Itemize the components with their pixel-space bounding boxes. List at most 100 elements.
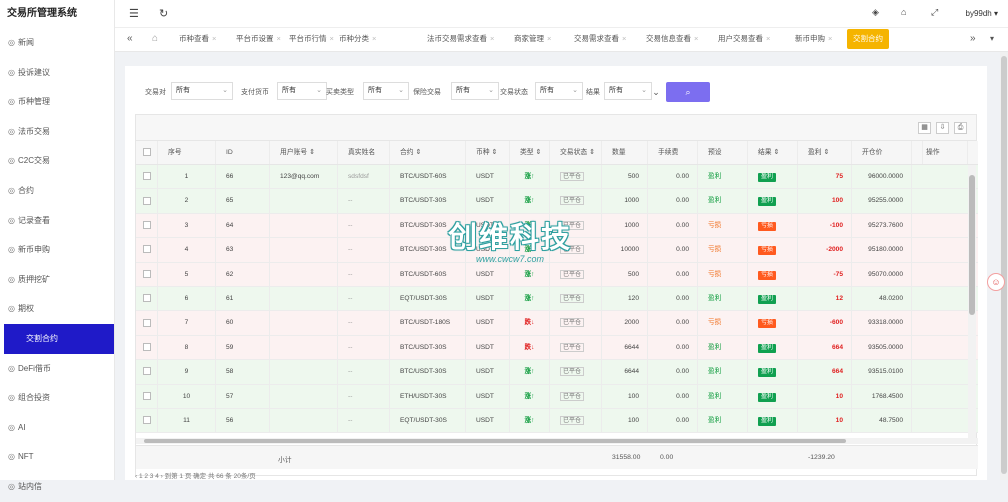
table-row[interactable]: 9 58 -- BTC/USDT-30S USDT 涨↑ 已平仓 6644 0.00 盈利 盈利 66… (136, 360, 978, 385)
tabs-dropdown-icon[interactable]: ▾ (990, 29, 994, 49)
column-header[interactable]: 操作 (916, 141, 968, 164)
row-checkbox[interactable] (136, 287, 158, 311)
tab-item[interactable]: 平台币行情 × (283, 29, 340, 49)
table-row[interactable]: 4 63 -- BTC/USDT-30S USDT 涨↑ 已平仓 10000 0.00 亏损 亏损 -… (136, 238, 978, 263)
row-checkbox[interactable] (136, 262, 158, 286)
table-row[interactable]: 3 64 -- BTC/USDT-30S USDT 涨↑ 已平仓 1000 0.00 亏损 亏损 -1… (136, 213, 978, 239)
row-checkbox[interactable] (136, 165, 158, 189)
refresh-icon[interactable]: ↻ (159, 7, 168, 20)
tab-close-icon[interactable]: × (212, 34, 216, 43)
tab-close-icon[interactable]: × (828, 34, 832, 43)
tab-close-icon[interactable]: × (622, 34, 626, 43)
sidebar-item[interactable]: ◎ 期权 (0, 294, 114, 324)
sidebar-item[interactable]: ◎ 质押挖矿 (0, 265, 114, 295)
table-row[interactable]: 6 61 -- EQT/USDT-30S USDT 涨↑ 已平仓 120 0.00 盈利 盈利 12 4… (136, 287, 978, 312)
search-button[interactable]: ⌕ (666, 82, 710, 102)
tab-close-icon[interactable]: × (372, 34, 376, 43)
sidebar-item[interactable]: ◎ 币种管理 (0, 87, 114, 117)
filter-select[interactable]: 所有 ⌄ (451, 82, 499, 100)
column-header[interactable]: 真实姓名 (338, 141, 390, 164)
tab-item[interactable]: 新币申购 × (789, 29, 838, 49)
tabs-back-icon[interactable]: « (127, 29, 133, 49)
row-checkbox[interactable] (136, 384, 158, 408)
table-horizontal-scrollbar[interactable] (136, 438, 978, 444)
column-header[interactable]: 开仓价 (852, 141, 912, 164)
tab-item[interactable]: 平台币设置 × (230, 29, 287, 49)
tab-close-icon[interactable]: × (277, 34, 281, 43)
tag-icon[interactable]: ⌂ (901, 7, 906, 17)
user-menu[interactable]: by99dh ▾ (966, 9, 999, 18)
column-header[interactable]: ID (216, 141, 270, 164)
tab-close-icon[interactable]: × (694, 34, 698, 43)
sidebar-item[interactable]: ◎ 投诉建议 (0, 58, 114, 88)
table-vertical-scrollbar[interactable] (968, 165, 976, 438)
tab-item[interactable]: 商家管理 × (508, 29, 557, 49)
column-header[interactable]: 用户账号 ⇕ (270, 141, 338, 164)
row-checkbox[interactable] (136, 335, 158, 360)
column-header[interactable]: 结果 ⇕ (748, 141, 798, 164)
fullscreen-icon[interactable]: ⤢ (931, 7, 938, 18)
filter-select[interactable]: 所有 ⌄ (277, 82, 327, 100)
row-checkbox[interactable] (136, 189, 158, 213)
column-header[interactable]: 合约 ⇕ (390, 141, 466, 164)
table-row[interactable]: 7 60 -- BTC/USDT-180S USDT 跌↓ 已平仓 2000 0.00 亏损 亏损 -… (136, 311, 978, 336)
tab-close-icon[interactable]: × (490, 34, 494, 43)
row-checkbox[interactable] (136, 213, 158, 238)
sidebar-item[interactable]: ◎ DeFi借币 (0, 354, 114, 384)
tab-item[interactable]: 币种查看 × (173, 29, 222, 49)
sidebar-item[interactable]: ◎ 记录查看 (0, 206, 114, 236)
row-checkbox[interactable] (136, 238, 158, 262)
tab-item[interactable]: 用户交易查看 × (712, 29, 776, 49)
tab-item[interactable]: 法币交易需求查看 × (421, 29, 500, 49)
tabs-forward-icon[interactable]: » (970, 29, 976, 49)
filter-select[interactable]: 所有 ⌄ (363, 82, 409, 100)
sidebar-item[interactable]: ◎ 法币交易 (0, 117, 114, 147)
column-header[interactable]: 盈利 ⇕ (798, 141, 852, 164)
print-icon[interactable]: ⎙ (954, 122, 967, 134)
sidebar-item[interactable]: ◎ 合约 (0, 176, 114, 206)
row-checkbox[interactable] (136, 311, 158, 335)
export-icon[interactable]: ⇩ (936, 122, 949, 134)
helper-float-icon[interactable]: ☺ (987, 273, 1005, 291)
sidebar-item[interactable]: ◎ 新币申购 (0, 235, 114, 265)
tab-item[interactable]: 交易信息查看 × (640, 29, 704, 49)
tab-item[interactable]: 交易需求查看 × (568, 29, 632, 49)
home-icon[interactable]: ⌂ (152, 29, 158, 49)
columns-icon[interactable]: ▦ (918, 122, 931, 134)
sidebar-item[interactable]: 交割合约 (4, 323, 114, 354)
palette-icon[interactable]: ◈ (872, 7, 879, 18)
tab-close-icon[interactable]: × (766, 34, 770, 43)
filter-select[interactable]: 所有 ⌄ (171, 82, 233, 100)
page-scrollbar[interactable] (1000, 52, 1008, 480)
sidebar-item[interactable]: ◎ 新闻 (0, 28, 114, 58)
table-row[interactable]: 10 57 -- ETH/USDT-30S USDT 涨↑ 已平仓 100 0.00 盈利 盈利 10… (136, 384, 978, 409)
pagination[interactable]: ‹ 1 2 3 4 › 到第 1 页 确定 共 66 条 20条/页 (135, 470, 256, 480)
expand-filter-icon[interactable]: ⌄ (649, 84, 663, 100)
row-checkbox[interactable] (136, 409, 158, 433)
tab-item[interactable]: 币种分类 × (333, 29, 382, 49)
table-row[interactable]: 8 59 -- BTC/USDT-30S USDT 跌↓ 已平仓 6644 0.00 盈利 盈利 66… (136, 335, 978, 361)
menu-toggle-icon[interactable]: ☰ (129, 7, 139, 20)
table-row[interactable]: 11 56 -- EQT/USDT-30S USDT 涨↑ 已平仓 100 0.00 盈利 盈利 10… (136, 409, 978, 434)
table-row[interactable]: 1 66 123@qq.com sdsfdsf BTC/USDT-60S USDT 涨↑ 已平… (136, 165, 978, 190)
sidebar-item[interactable]: ◎ NFT (0, 442, 114, 472)
sidebar-item[interactable]: ◎ AI (0, 413, 114, 443)
column-header[interactable]: 类型 ⇕ (510, 141, 550, 164)
sidebar-item[interactable]: ◎ 站内信 (0, 472, 114, 502)
table-row[interactable]: 5 62 -- BTC/USDT-60S USDT 涨↑ 已平仓 500 0.00 亏损 亏损 -75… (136, 262, 978, 287)
column-header[interactable]: 序号 (158, 141, 216, 164)
table-row[interactable]: 2 65 -- BTC/USDT-30S USDT 涨↑ 已平仓 1000 0.00 盈利 盈利 10… (136, 189, 978, 214)
sidebar-item[interactable]: ◎ 组合投资 (0, 383, 114, 413)
sidebar-item[interactable]: ◎ C2C交易 (0, 146, 114, 176)
tab-item[interactable]: 交割合约 (847, 29, 889, 49)
column-header[interactable]: 手续费 (648, 141, 698, 164)
filter-select[interactable]: 所有 ⌄ (535, 82, 583, 100)
filter-select[interactable]: 所有 ⌄ (604, 82, 652, 100)
column-header[interactable]: 交易状态 ⇕ (550, 141, 602, 164)
column-header[interactable]: 数量 (602, 141, 648, 164)
tab-close-icon[interactable]: × (547, 34, 551, 43)
column-header[interactable]: 预设 (698, 141, 748, 164)
row-checkbox[interactable] (136, 360, 158, 384)
select-all-checkbox[interactable] (136, 141, 158, 164)
column-header[interactable]: 币种 ⇕ (466, 141, 510, 164)
